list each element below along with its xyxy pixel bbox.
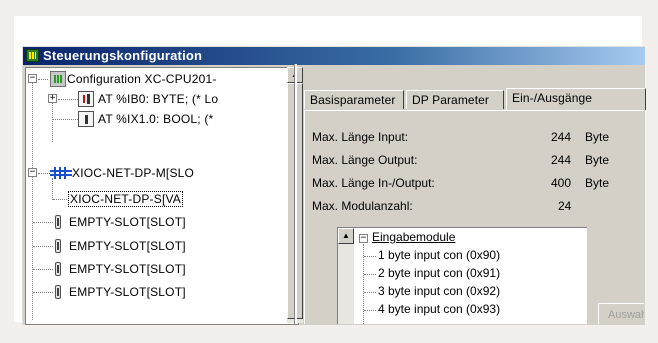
byte-variable-icon xyxy=(78,91,94,107)
tab-label: Ein-/Ausgänge xyxy=(512,91,593,105)
tree-line xyxy=(52,98,53,142)
tree-item-label: EMPTY-SLOT[SLOT] xyxy=(69,239,186,253)
info-value: 244 xyxy=(551,153,572,167)
tab-label: DP Parameter xyxy=(412,93,490,107)
tree-line xyxy=(53,119,78,120)
tree-item-root[interactable]: Configuration XC-CPU201- xyxy=(67,70,217,88)
tree-line xyxy=(52,178,53,200)
controller-icon xyxy=(50,71,66,87)
module-list[interactable]: ▲ − Eingabemodule 1 byte input con (0x90… xyxy=(337,227,587,324)
module-item[interactable]: 1 byte input con (0x90) xyxy=(378,248,500,262)
tree-item-slot[interactable]: EMPTY-SLOT[SLOT] xyxy=(69,283,186,301)
tree-item-ix10[interactable]: AT %IX1.0: BOOL; (* xyxy=(98,110,213,128)
tree-item-ib0[interactable]: AT %IB0: BYTE; (* Lo xyxy=(98,90,218,108)
config-tree[interactable]: − Configuration XC-CPU201- + AT %IB0: BY… xyxy=(25,67,299,325)
title-bar[interactable]: Steuerungskonfiguration xyxy=(23,47,645,65)
tree-item-dp-slave[interactable]: XIOC-NET-DP-S[VA xyxy=(68,190,183,208)
profibus-network-icon xyxy=(50,165,72,181)
tree-line xyxy=(32,80,33,320)
window-title: Steuerungskonfiguration xyxy=(43,48,203,63)
tree-line xyxy=(33,269,53,270)
tab-ein-ausgaenge[interactable]: Ein-/Ausgänge xyxy=(506,88,646,110)
module-item[interactable]: 4 byte input con (0x93) xyxy=(378,302,500,316)
tree-line xyxy=(58,99,78,100)
tree-line xyxy=(364,274,376,275)
tree-item-label: AT %IX1.0: BOOL; (* xyxy=(98,112,214,126)
tree-line xyxy=(33,246,53,247)
plc-config-icon xyxy=(26,49,39,62)
tree-item-label: XIOC-NET-DP-M[SLO xyxy=(72,166,195,180)
tree-item-slot[interactable]: EMPTY-SLOT[SLOT] xyxy=(69,213,186,231)
info-label: Max. Länge In-/Output: xyxy=(312,176,435,190)
tree-item-label: AT %IB0: BYTE; (* Lo xyxy=(98,92,219,106)
info-value: 400 xyxy=(551,176,572,190)
tab-basisparameter[interactable]: Basisparameter xyxy=(304,90,404,109)
tree-line xyxy=(38,173,50,174)
select-button[interactable]: Auswahl xyxy=(598,303,644,324)
tree-expander[interactable]: − xyxy=(359,234,368,243)
tree-expander[interactable]: + xyxy=(48,94,57,103)
tree-line xyxy=(53,199,67,200)
tree-item-slot[interactable]: EMPTY-SLOT[SLOT] xyxy=(69,260,186,278)
tree-line xyxy=(38,79,48,80)
tree-expander[interactable]: − xyxy=(28,74,37,83)
tree-line xyxy=(364,292,376,293)
tree-line xyxy=(364,256,376,257)
info-value: 244 xyxy=(551,130,572,144)
tree-item-label: XIOC-NET-DP-S[VA xyxy=(68,191,183,207)
tree-line xyxy=(33,222,53,223)
tree-item-label: Configuration XC-CPU201- xyxy=(67,72,217,86)
bool-variable-icon xyxy=(78,111,94,127)
module-group-label[interactable]: Eingabemodule xyxy=(372,230,455,244)
tree-item-label: EMPTY-SLOT[SLOT] xyxy=(69,285,186,299)
module-list-scrollbar[interactable]: ▲ xyxy=(338,228,354,324)
info-unit: Byte xyxy=(585,130,610,144)
slot-icon xyxy=(54,214,64,230)
tree-line xyxy=(33,292,53,293)
info-label: Max. Länge Output: xyxy=(312,153,418,167)
info-label: Max. Länge Input: xyxy=(312,130,409,144)
info-unit: Byte xyxy=(585,176,610,190)
slot-icon xyxy=(54,284,64,300)
pane-splitter[interactable] xyxy=(294,64,297,324)
info-label: Max. Modulanzahl: xyxy=(312,199,413,213)
tree-line xyxy=(364,310,376,311)
slot-icon xyxy=(54,238,64,254)
tree-item-label: EMPTY-SLOT[SLOT] xyxy=(69,215,186,229)
tab-label: Basisparameter xyxy=(310,93,396,107)
tree-item-label: EMPTY-SLOT[SLOT] xyxy=(69,262,186,276)
module-item[interactable]: 2 byte input con (0x91) xyxy=(378,266,500,280)
tree-item-dp-master[interactable]: XIOC-NET-DP-M[SLO xyxy=(72,164,194,182)
module-item[interactable]: 3 byte input con (0x92) xyxy=(378,284,500,298)
tree-expander[interactable]: − xyxy=(28,168,37,177)
slot-icon xyxy=(54,261,64,277)
scroll-up-button[interactable]: ▲ xyxy=(338,228,354,244)
tree-item-slot[interactable]: EMPTY-SLOT[SLOT] xyxy=(69,237,186,255)
info-unit: Byte xyxy=(585,153,610,167)
info-value: 24 xyxy=(558,199,572,213)
tab-dp-parameter[interactable]: DP Parameter xyxy=(406,90,504,109)
